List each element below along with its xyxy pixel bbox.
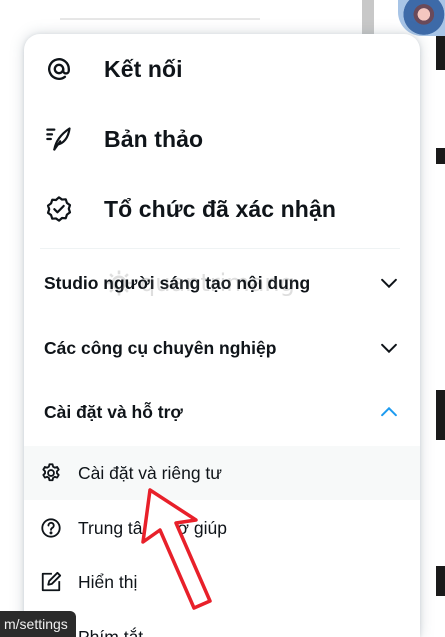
menu-item-keyboard-shortcuts[interactable]: Phím tắt: [24, 610, 420, 637]
gear-icon: [40, 462, 62, 484]
chevron-up-icon: [381, 406, 397, 417]
menu-item-drafts[interactable]: Bản thảo: [24, 104, 420, 174]
menu-item-verified-orgs[interactable]: Tổ chức đã xác nhận: [24, 174, 420, 244]
menu-item-help-center[interactable]: Trung tâm Trợ giúp: [24, 501, 420, 555]
menu-item-connect[interactable]: Kết nối: [24, 34, 420, 104]
chevron-down-icon: [381, 278, 397, 289]
menu-item-display[interactable]: Hiển thị: [24, 555, 420, 609]
scrollbar-mark[interactable]: [436, 566, 445, 596]
section-professional-tools[interactable]: Các công cụ chuyên nghiệp: [24, 316, 420, 380]
menu-item-label: Trung tâm Trợ giúp: [78, 517, 227, 538]
menu-item-label: Cài đặt và riêng tư: [78, 462, 223, 483]
section-creator-studio[interactable]: Studio người sáng tạo nội dung: [24, 251, 420, 315]
divider: [40, 248, 400, 249]
verified-badge-icon: [44, 194, 74, 224]
menu-item-settings-privacy[interactable]: Cài đặt và riêng tư: [24, 446, 420, 500]
section-label: Studio người sáng tạo nội dung: [44, 272, 311, 293]
background-text-fragment: [60, 18, 260, 28]
display-edit-icon: [40, 571, 62, 593]
drafts-quill-icon: [44, 124, 74, 154]
menu-item-label: Phím tắt: [78, 626, 144, 637]
menu-item-label: Hiển thị: [78, 571, 138, 592]
section-label: Cài đặt và hỗ trợ: [44, 401, 183, 422]
scrollbar-mark[interactable]: [436, 148, 445, 164]
status-url-tooltip: m/settings: [0, 611, 76, 637]
scrollbar-mark[interactable]: [436, 390, 445, 440]
more-menu: Kết nối Bản thảo Tổ chức đã xác nhận Stu…: [24, 34, 420, 637]
help-circle-icon: [40, 517, 62, 539]
scrollbar-mark[interactable]: [436, 36, 445, 70]
menu-item-label: Tổ chức đã xác nhận: [104, 195, 337, 222]
menu-item-label: Kết nối: [104, 55, 183, 82]
at-sign-icon: [44, 54, 74, 84]
section-label: Các công cụ chuyên nghiệp: [44, 337, 277, 358]
chevron-down-icon: [381, 343, 397, 354]
menu-item-label: Bản thảo: [104, 125, 204, 152]
section-settings-support[interactable]: Cài đặt và hỗ trợ: [24, 380, 420, 444]
